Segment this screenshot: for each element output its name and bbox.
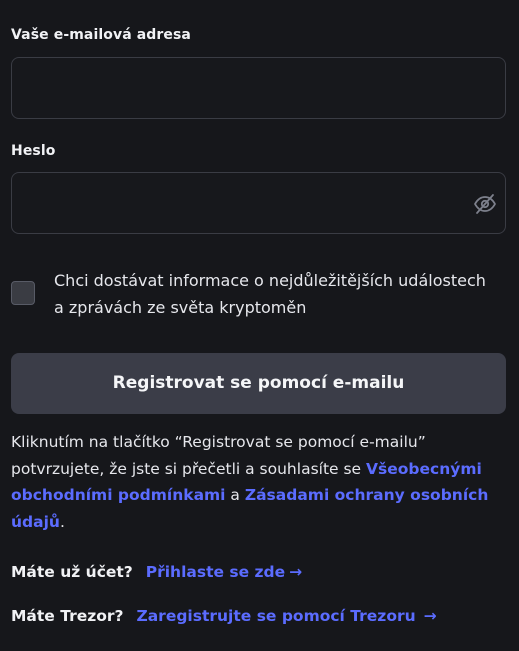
trezor-question: Máte Trezor? [11,607,124,625]
legal-end: . [59,512,65,531]
arrow-right-icon[interactable]: → [424,605,437,627]
arrow-right-icon[interactable]: → [289,561,302,583]
newsletter-checkbox-label[interactable]: Chci dostávat informace o nejdůležitější… [54,267,506,321]
legal-and: a [225,486,245,504]
trezor-link[interactable]: Zaregistrujte se pomocí Trezoru [136,607,415,625]
newsletter-text-line1: Chci dostávat informace o nejdůležitější… [54,271,486,290]
legal-text: Kliknutím na tlačítko “Registrovat se po… [11,433,426,478]
legal-notice: Kliknutím na tlačítko “Registrovat se po… [11,429,506,535]
login-question: Máte už účet? [11,563,133,581]
register-email-button[interactable]: Registrovat se pomocí e-mailu [11,353,506,414]
password-label: Heslo [11,143,56,159]
login-prompt: Máte už účet? Přihlaste se zde → [11,561,302,583]
eye-off-icon[interactable] [473,192,497,216]
email-field[interactable] [12,58,505,118]
newsletter-text-line2: a zprávách ze světa kryptoměn [54,298,307,317]
email-field-container [11,57,506,119]
email-label: Vaše e-mailová adresa [11,27,191,43]
password-field[interactable] [12,173,505,233]
trezor-prompt: Máte Trezor? Zaregistrujte se pomocí Tre… [11,605,437,627]
login-link[interactable]: Přihlaste se zde [146,563,285,581]
password-field-container [11,172,506,234]
newsletter-checkbox[interactable] [11,281,35,305]
